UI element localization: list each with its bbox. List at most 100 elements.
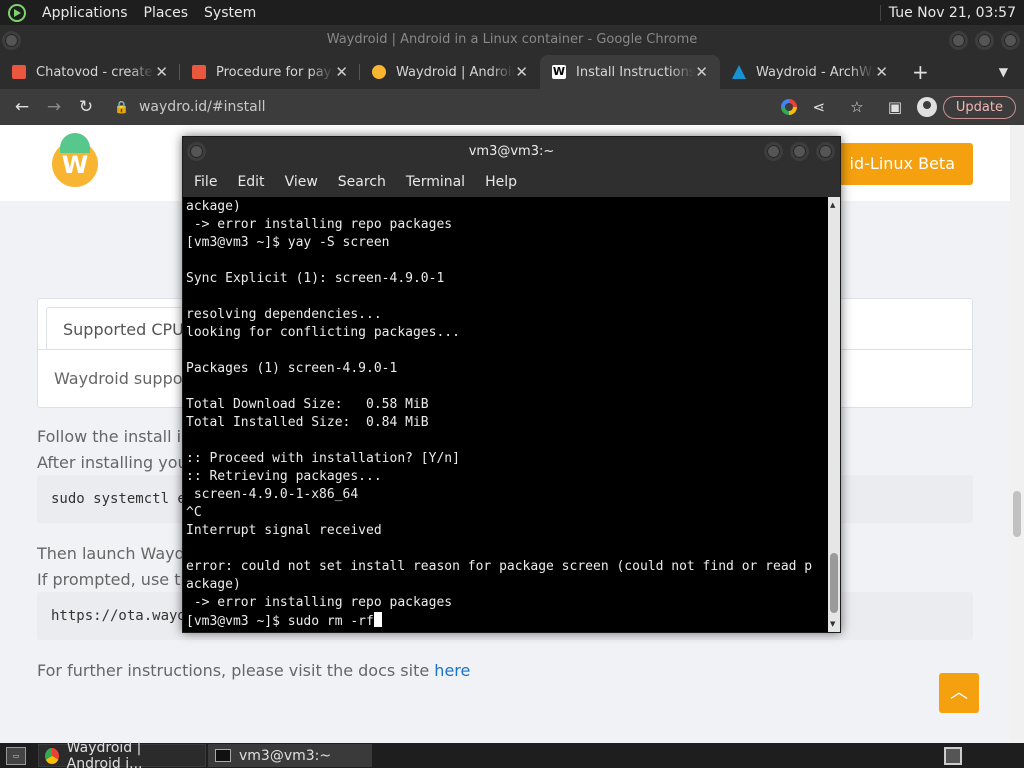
bookmark-star-icon[interactable]: ☆ bbox=[841, 98, 873, 116]
terminal-line: looking for conflicting packages... bbox=[186, 325, 460, 340]
update-button[interactable]: Update bbox=[942, 95, 1016, 119]
terminal-line: :: Proceed with installation? [Y/n] bbox=[186, 451, 460, 466]
further-instructions: For further instructions, please visit t… bbox=[37, 661, 471, 680]
terminal-line: Packages (1) screen-4.9.0-1 bbox=[186, 361, 398, 376]
terminal-maximize-button[interactable] bbox=[790, 142, 809, 161]
terminal-scrollbar-thumb[interactable] bbox=[830, 553, 838, 613]
menu-search[interactable]: Search bbox=[328, 174, 396, 190]
menu-terminal[interactable]: Terminal bbox=[396, 174, 475, 190]
distro-logo-icon[interactable] bbox=[8, 3, 26, 22]
chrome-icon bbox=[45, 747, 59, 764]
text-cursor bbox=[373, 612, 382, 627]
install-text-1: Follow the install ins bbox=[37, 427, 200, 446]
menu-applications[interactable]: Applications bbox=[34, 5, 136, 21]
menu-places[interactable]: Places bbox=[136, 5, 197, 21]
terminal-line: ackage) bbox=[186, 577, 241, 592]
tab-waydroid[interactable]: Waydroid | Android ✕ bbox=[360, 55, 540, 89]
tab-strip: Chatovod - create y ✕ Procedure for paym… bbox=[0, 55, 1024, 89]
prompt-text: [vm3@vm3 ~]$ sudo rm -rf bbox=[186, 614, 374, 629]
tab-install-instructions[interactable]: W Install Instructions ✕ bbox=[540, 55, 720, 89]
terminal-line: ^C bbox=[186, 505, 202, 520]
share-icon[interactable]: ⋖ bbox=[803, 98, 835, 116]
terminal-output[interactable]: ackage) -> error installing repo package… bbox=[183, 197, 828, 632]
close-tab-icon[interactable]: ✕ bbox=[875, 63, 888, 81]
new-tab-button[interactable]: + bbox=[912, 60, 929, 84]
menu-edit[interactable]: Edit bbox=[227, 174, 274, 190]
close-window-button[interactable] bbox=[1001, 31, 1020, 50]
side-panel-icon[interactable]: ▣ bbox=[879, 98, 911, 116]
terminal-line: Interrupt signal received bbox=[186, 523, 382, 538]
close-tab-icon[interactable]: ✕ bbox=[335, 63, 348, 81]
clock[interactable]: Tue Nov 21, 03:57 bbox=[879, 4, 1024, 21]
scroll-up-arrow-icon[interactable]: ▲ bbox=[830, 201, 835, 209]
close-tab-icon[interactable]: ✕ bbox=[155, 63, 168, 81]
taskbar-item-terminal[interactable]: vm3@vm3:~ bbox=[208, 744, 372, 767]
tab-title: Install Instructions bbox=[576, 64, 694, 80]
terminal-line: [vm3@vm3 ~]$ yay -S screen bbox=[186, 235, 390, 250]
terminal-line: Total Download Size: 0.58 MiB bbox=[186, 397, 429, 412]
terminal-prompt[interactable]: [vm3@vm3 ~]$ sudo rm -rf bbox=[186, 612, 828, 630]
window-menu-button[interactable] bbox=[2, 31, 21, 50]
forward-arrow-icon[interactable]: → bbox=[38, 97, 70, 117]
workspace-switcher-icon[interactable] bbox=[944, 746, 962, 765]
scroll-to-top-button[interactable]: ︿ bbox=[939, 673, 979, 713]
terminal-line: error: could not set install reason for … bbox=[186, 559, 813, 574]
close-tab-icon[interactable]: ✕ bbox=[695, 63, 708, 81]
supported-cpu-text: Waydroid suppor bbox=[54, 369, 190, 388]
terminal-close-button[interactable] bbox=[816, 142, 835, 161]
launch-text-1: Then launch Waydr bbox=[37, 544, 192, 563]
tab-procedure[interactable]: Procedure for paym ✕ bbox=[180, 55, 360, 89]
system-panel: Applications Places System Tue Nov 21, 0… bbox=[0, 0, 1024, 25]
scrollbar-thumb[interactable] bbox=[1013, 491, 1021, 537]
menu-system[interactable]: System bbox=[196, 5, 264, 21]
reload-icon[interactable]: ↻ bbox=[70, 97, 102, 117]
address-bar[interactable]: 🔒 waydro.id/#install bbox=[114, 99, 266, 115]
browser-toolbar: ← → ↻ 🔒 waydro.id/#install ⋖ ☆ ▣ Update bbox=[0, 89, 1024, 125]
docs-link[interactable]: here bbox=[434, 661, 470, 680]
waydroid-logo-icon[interactable]: W bbox=[52, 133, 98, 187]
archwiki-favicon-icon bbox=[732, 65, 746, 79]
tab-title: Waydroid - ArchWi bbox=[756, 64, 874, 80]
terminal-minimize-button[interactable] bbox=[764, 142, 783, 161]
menu-help[interactable]: Help bbox=[475, 174, 527, 190]
android-linux-beta-button[interactable]: id-Linux Beta bbox=[826, 143, 973, 185]
google-lens-icon[interactable] bbox=[780, 99, 797, 115]
url-text[interactable]: waydro.id/#install bbox=[139, 99, 266, 115]
close-tab-icon[interactable]: ✕ bbox=[515, 63, 528, 81]
terminal-line: -> error installing repo packages bbox=[186, 595, 453, 610]
profile-avatar-icon[interactable] bbox=[916, 97, 937, 117]
scroll-down-arrow-icon[interactable]: ▼ bbox=[830, 620, 835, 628]
browser-window-title: Waydroid | Android in a Linux container … bbox=[326, 32, 698, 47]
show-desktop-icon[interactable]: ▭ bbox=[6, 746, 26, 765]
terminal-line: ackage) bbox=[186, 199, 241, 214]
browser-title-bar: Waydroid | Android in a Linux container … bbox=[0, 25, 1024, 55]
taskbar-item-chrome[interactable]: Waydroid | Android i... bbox=[38, 740, 206, 768]
chatovod-favicon-icon bbox=[12, 65, 26, 79]
tab-archwiki[interactable]: Waydroid - ArchWi ✕ bbox=[720, 55, 900, 89]
taskbar-item-label: Waydroid | Android i... bbox=[66, 739, 143, 768]
terminal-line: screen-4.9.0-1-x86_64 bbox=[186, 487, 359, 502]
menu-view[interactable]: View bbox=[275, 174, 328, 190]
terminal-line: Total Installed Size: 0.84 MiB bbox=[186, 415, 429, 430]
terminal-line: resolving dependencies... bbox=[186, 307, 382, 322]
terminal-title: vm3@vm3:~ bbox=[468, 144, 555, 159]
lock-icon[interactable]: 🔒 bbox=[114, 100, 129, 114]
page-scrollbar[interactable] bbox=[1010, 125, 1024, 743]
terminal-scrollbar[interactable]: ▲ ▼ bbox=[828, 197, 840, 632]
minimize-button[interactable] bbox=[949, 31, 968, 50]
menu-file[interactable]: File bbox=[183, 174, 227, 190]
launch-text-2: If prompted, use th bbox=[37, 570, 191, 589]
terminal-icon bbox=[215, 749, 231, 762]
back-arrow-icon[interactable]: ← bbox=[6, 97, 38, 117]
tab-search-chevron-icon[interactable]: ▼ bbox=[999, 65, 1008, 79]
maximize-button[interactable] bbox=[975, 31, 994, 50]
terminal-menubar: File Edit View Search Terminal Help bbox=[183, 167, 840, 197]
tab-chatovod[interactable]: Chatovod - create y ✕ bbox=[0, 55, 180, 89]
tab-title: Chatovod - create y bbox=[36, 64, 154, 80]
